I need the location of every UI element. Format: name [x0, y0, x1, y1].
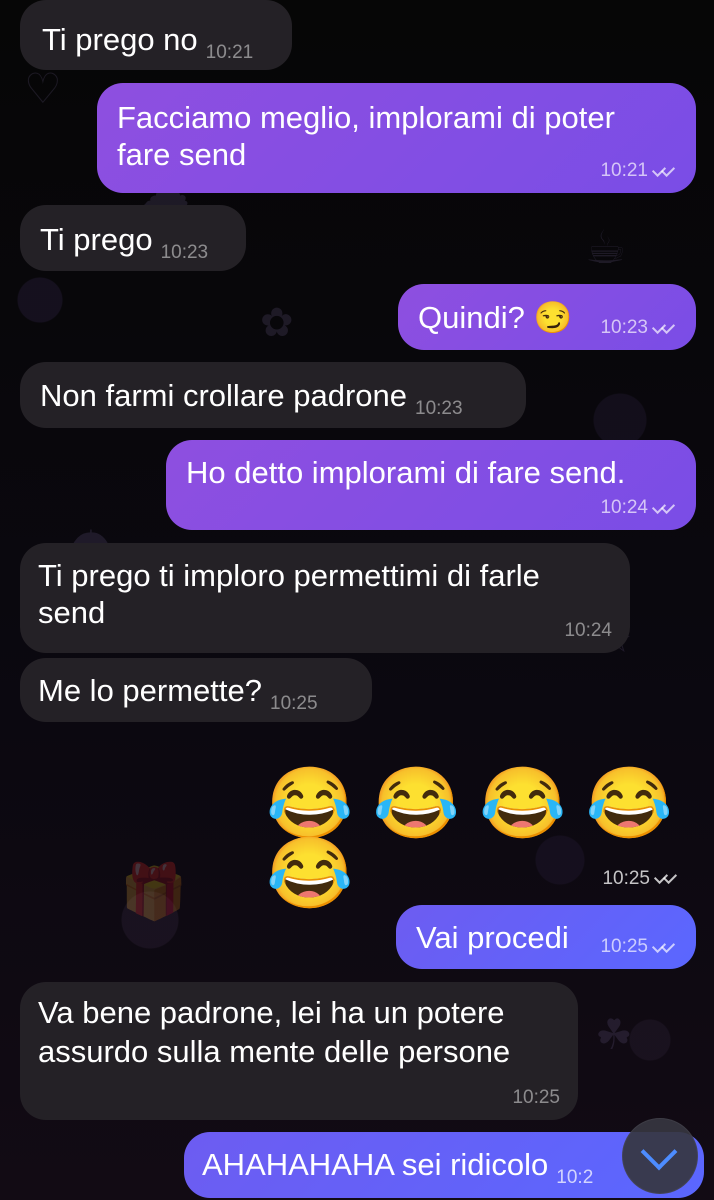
message-bubble-outgoing[interactable]: Quindi? 😏 10:23 [398, 284, 696, 350]
read-receipt-icon [654, 872, 680, 886]
message-bubble-incoming[interactable]: Non farmi crollare padrone 10:23 [20, 362, 526, 428]
message-bubble-incoming[interactable]: Ti prego no 10:21 [20, 0, 292, 70]
read-receipt-icon [652, 502, 678, 516]
message-text: Facciamo meglio, implorami di poter fare… [117, 100, 615, 173]
message-text: Ti prego no [42, 22, 198, 57]
message-meta: 10:24 [600, 497, 678, 520]
message-meta: 10:24 [564, 620, 612, 643]
message-text: Ti prego [40, 222, 153, 257]
emoji-message-meta: 10:25 [602, 868, 680, 890]
message-time: 10:23 [160, 242, 209, 263]
message-time: 10:21 [205, 42, 254, 63]
message-bubble-incoming[interactable]: Ti prego 10:23 [20, 205, 246, 271]
message-text: Me lo permette? [38, 673, 262, 708]
chat-thread: Ti prego no 10:21 Facciamo meglio, implor… [0, 0, 714, 1200]
message-bubble-incoming[interactable]: Me lo permette? 10:25 [20, 658, 372, 722]
message-time: 10:2 [556, 1167, 594, 1188]
message-bubble-incoming[interactable]: Ti prego ti imploro permettimi di farle … [20, 543, 630, 653]
message-text: Non farmi crollare padrone [40, 378, 408, 413]
message-time: 10:23 [415, 398, 463, 419]
message-time: 10:25 [512, 1087, 560, 1109]
message-meta: 10:25 [600, 936, 678, 959]
message-time: 10:24 [600, 497, 648, 519]
message-meta: 10:23 [600, 317, 678, 340]
message-meta: 10:25 [512, 1086, 560, 1110]
message-time: 10:25 [600, 936, 648, 958]
message-time: 10:25 [602, 868, 650, 889]
read-receipt-icon [652, 322, 678, 336]
message-bubble-outgoing[interactable]: Vai procedi 10:25 [396, 905, 696, 969]
message-time: 10:24 [564, 620, 612, 642]
message-meta: 10:21 [600, 160, 678, 183]
scroll-to-bottom-button[interactable] [622, 1118, 698, 1194]
message-time: 10:25 [270, 693, 318, 714]
message-text: Va bene padrone, lei ha un potere assurd… [38, 995, 511, 1069]
message-text: Quindi? 😏 [418, 300, 573, 335]
message-text: Ti prego ti imploro permettimi di farle … [38, 558, 540, 631]
message-time: 10:21 [600, 160, 648, 182]
message-time: 10:23 [600, 317, 648, 339]
read-receipt-icon [652, 165, 678, 179]
message-text: Vai procedi [416, 920, 569, 955]
message-bubble-outgoing[interactable]: Facciamo meglio, implorami di poter fare… [97, 83, 696, 193]
message-bubble-outgoing[interactable]: Ho detto implorami di fare send. 10:24 [166, 440, 696, 530]
read-receipt-icon [652, 941, 678, 955]
message-bubble-incoming[interactable]: Va bene padrone, lei ha un potere assurd… [20, 982, 578, 1120]
message-text: AHAHAHAHA sei ridicolo [202, 1147, 549, 1182]
message-text: Ho detto implorami di fare send. [186, 455, 626, 490]
